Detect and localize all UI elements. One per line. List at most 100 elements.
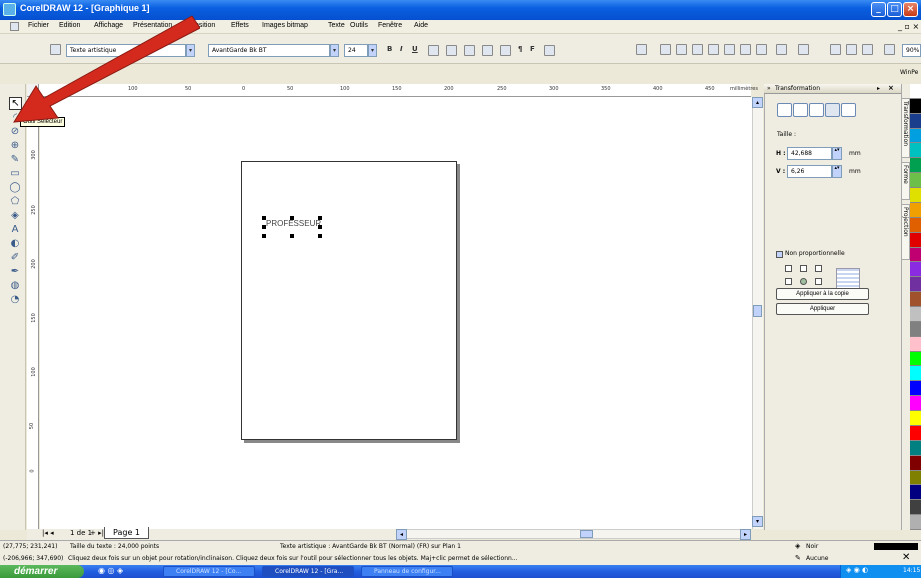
palette-swatch[interactable] xyxy=(910,336,921,352)
menu-texte[interactable]: Texte xyxy=(328,22,345,29)
basic-shapes-tool-icon[interactable]: ◈ xyxy=(9,210,21,222)
font-size-dropdown[interactable]: ▾ xyxy=(368,44,377,57)
selection-handle[interactable] xyxy=(290,216,294,220)
palette-swatch[interactable] xyxy=(910,381,921,397)
selection-handle[interactable] xyxy=(290,234,294,238)
h-size-spinner[interactable]: ▴▾ xyxy=(832,147,842,160)
page-tab[interactable]: Page 1 xyxy=(104,527,149,539)
interactive-fill-icon[interactable]: ◐ xyxy=(9,238,21,250)
palette-swatch[interactable] xyxy=(910,515,921,530)
skew-tab-icon[interactable] xyxy=(841,103,856,117)
selection-handle[interactable] xyxy=(318,234,322,238)
eyedropper-tool-icon[interactable]: ✐ xyxy=(9,252,21,264)
palette-swatch[interactable] xyxy=(910,202,921,218)
selection-handle[interactable] xyxy=(262,225,266,229)
h-size-field[interactable]: 42,688 xyxy=(787,147,832,160)
paste-icon[interactable] xyxy=(756,44,767,55)
print-icon[interactable] xyxy=(708,44,719,55)
palette-swatch[interactable] xyxy=(910,262,921,278)
selection-handle[interactable] xyxy=(262,234,266,238)
palette-swatch[interactable] xyxy=(910,425,921,441)
palette-swatch[interactable] xyxy=(910,485,921,501)
v-size-spinner[interactable]: ▴▾ xyxy=(832,165,842,178)
next-page-button[interactable]: + ▸| xyxy=(90,529,104,537)
polygon-tool-icon[interactable]: ⬠ xyxy=(9,196,21,208)
scroll-up-button[interactable]: ▴ xyxy=(752,97,763,108)
horizontal-scrollbar[interactable] xyxy=(396,529,741,539)
menu-aide[interactable]: Aide xyxy=(414,22,428,29)
palette-swatch[interactable] xyxy=(910,470,921,486)
tab-transformation[interactable]: Transformation xyxy=(901,98,910,158)
palette-swatch[interactable] xyxy=(910,247,921,263)
launcher-icon[interactable] xyxy=(862,44,873,55)
selection-handle[interactable] xyxy=(262,216,266,220)
docker-pin-icon[interactable]: ▸ xyxy=(877,85,880,92)
open-icon[interactable] xyxy=(676,44,687,55)
doc-window-controls[interactable]: _ ▫ × xyxy=(898,22,919,31)
bullet-list-icon[interactable] xyxy=(482,45,493,56)
rectangle-tool-icon[interactable]: ▭ xyxy=(9,168,21,180)
menu-fenetre[interactable]: Fenêtre xyxy=(378,22,402,29)
anchor-checkbox-center[interactable] xyxy=(800,278,807,285)
indent-increase-icon[interactable] xyxy=(464,45,475,56)
palette-swatch[interactable] xyxy=(910,292,921,307)
anchor-checkbox[interactable] xyxy=(800,265,807,272)
v-size-field[interactable]: 6,26 xyxy=(787,165,832,178)
anchor-checkbox[interactable] xyxy=(785,278,792,285)
palette-swatch[interactable] xyxy=(910,277,921,293)
dropcap-icon[interactable] xyxy=(500,45,511,56)
selection-handle[interactable] xyxy=(318,225,322,229)
start-button[interactable]: démarrer xyxy=(0,565,84,578)
palette-swatch[interactable] xyxy=(910,113,921,129)
edit-text-icon[interactable] xyxy=(544,45,555,56)
tab-forme[interactable]: Forme xyxy=(901,162,910,200)
tray-icons[interactable]: ◈ ◉ ◐ xyxy=(846,566,868,574)
ellipse-tool-icon[interactable]: ◯ xyxy=(9,182,21,194)
position-tab-icon[interactable] xyxy=(777,103,792,117)
anchor-checkbox[interactable] xyxy=(815,278,822,285)
vertical-scroll-thumb[interactable] xyxy=(753,305,762,317)
palette-swatch[interactable] xyxy=(910,128,921,144)
quicklaunch-icons[interactable]: ◉ ◎ ◈ xyxy=(98,566,123,575)
taskbar-item-active[interactable]: CorelDRAW 12 - [Gra... xyxy=(262,566,354,577)
new-icon[interactable] xyxy=(660,44,671,55)
palette-swatch[interactable] xyxy=(910,321,921,337)
underline-button[interactable]: U xyxy=(412,45,418,53)
import-file-icon[interactable] xyxy=(830,44,841,55)
zoom-tool-icon[interactable]: ⊕ xyxy=(9,140,21,152)
font-name-dropdown[interactable]: ▾ xyxy=(330,44,339,57)
save-icon[interactable] xyxy=(692,44,703,55)
bold-button[interactable]: B xyxy=(387,45,392,53)
indent-decrease-icon[interactable] xyxy=(446,45,457,56)
palette-swatch[interactable] xyxy=(910,366,921,382)
close-button[interactable]: × xyxy=(903,2,918,17)
proportional-checkbox[interactable] xyxy=(776,251,783,258)
palette-swatch[interactable] xyxy=(910,84,921,99)
palette-swatch[interactable] xyxy=(910,440,921,456)
tab-projection[interactable]: Projection xyxy=(901,204,910,260)
palette-swatch[interactable] xyxy=(910,500,921,516)
view-icon[interactable] xyxy=(884,44,895,55)
scroll-left-button[interactable]: ◂ xyxy=(396,529,407,540)
minimize-button[interactable]: _ xyxy=(871,2,886,17)
export-icon[interactable] xyxy=(846,44,857,55)
text-tool-icon[interactable]: A xyxy=(9,224,21,236)
rotate-tab-icon[interactable] xyxy=(793,103,808,117)
document-page[interactable] xyxy=(241,161,457,440)
menu-outils[interactable]: Outils xyxy=(350,22,368,29)
first-page-button[interactable]: |◂ ◂ xyxy=(42,529,54,537)
palette-swatch[interactable] xyxy=(910,188,921,203)
palette-swatch[interactable] xyxy=(910,351,921,367)
menu-effets[interactable]: Effets xyxy=(231,22,249,29)
palette-swatch[interactable] xyxy=(910,232,921,248)
undo-icon[interactable] xyxy=(776,44,787,55)
fill-tool-icon[interactable]: ◍ xyxy=(9,280,21,292)
palette-swatch[interactable] xyxy=(910,173,921,189)
size-tab-icon[interactable] xyxy=(825,103,840,117)
align-icon[interactable] xyxy=(428,45,439,56)
scale-tab-icon[interactable] xyxy=(809,103,824,117)
scroll-down-button[interactable]: ▾ xyxy=(752,516,763,527)
apply-button[interactable]: Appliquer xyxy=(776,303,869,315)
palette-swatch[interactable] xyxy=(910,158,921,174)
palette-swatch[interactable] xyxy=(910,411,921,426)
